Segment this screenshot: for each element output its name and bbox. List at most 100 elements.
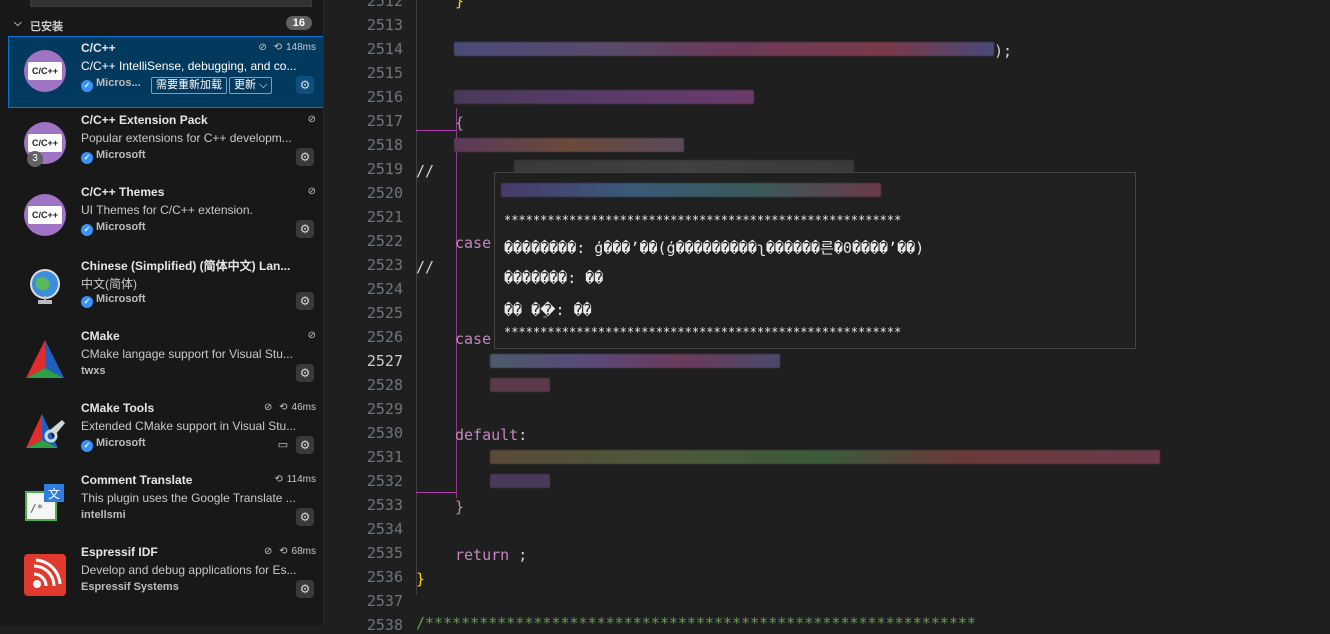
gear-icon[interactable]: ⚙	[296, 292, 314, 310]
extension-item-cpp[interactable]: C/C++ C/C++ ⊘ ⟲ 148ms C/C++ IntelliSense,…	[8, 36, 323, 108]
reload-required-button[interactable]: 需要重新加载	[151, 77, 227, 94]
line-number: 2538	[366, 616, 403, 634]
gear-icon[interactable]: ⚙	[296, 580, 314, 598]
search-box[interactable]	[30, 0, 312, 7]
line-number: 2532	[366, 472, 403, 490]
chevron-down-icon: ⌵	[14, 18, 22, 29]
eye-off-icon: ⊘	[258, 42, 267, 53]
extension-name: C/C++	[81, 41, 116, 55]
extension-publisher: ✓ Micros...	[81, 77, 141, 92]
extension-item-espressif[interactable]: Espressif IDF ⊘ ⟲ 68ms Develop and debug …	[8, 540, 323, 612]
blurred-code	[454, 42, 994, 56]
gear-icon[interactable]: ⚙	[296, 364, 314, 382]
installed-count-badge: 16	[285, 16, 312, 30]
extension-item-cmake[interactable]: CMake ⊘ CMake langage support for Visual…	[8, 324, 323, 396]
blurred-signature	[501, 183, 881, 197]
extension-publisher: ✓ Microsoft	[81, 221, 146, 236]
gear-icon[interactable]: ⚙	[296, 436, 314, 454]
svg-text:/*: /*	[30, 502, 43, 515]
extension-name: CMake Tools	[81, 401, 155, 415]
activation-time: 148ms	[285, 42, 316, 53]
extension-item-chinese[interactable]: Chinese (Simplified) (简体中文) Lan... 中文(简体…	[8, 252, 323, 324]
extension-meta: ⟲ 114ms	[270, 474, 316, 485]
extension-item-cpp-pack[interactable]: C/C++ 3 C/C++ Extension Pack ⊘ Popular e…	[8, 108, 323, 180]
extension-desc: This plugin uses the Google Translate ..…	[81, 491, 296, 505]
code-return: return ;	[455, 546, 528, 564]
line-number: 2522	[366, 232, 403, 250]
line-number: 2531	[366, 448, 403, 466]
line-number: 2529	[366, 400, 403, 418]
cmake-icon	[24, 338, 66, 380]
verified-icon: ✓	[81, 224, 93, 236]
extension-publisher: ✓ Microsoft	[81, 293, 146, 308]
extension-desc: Extended CMake support in Visual Stu...	[81, 419, 297, 433]
gear-icon[interactable]: ⚙	[296, 220, 314, 238]
history-icon: ⟲	[279, 546, 288, 557]
extension-desc: C/C++ IntelliSense, debugging, and co...	[81, 59, 297, 73]
extension-item-cmake-tools[interactable]: CMake Tools ⊘ ⟲ 46ms Extended CMake suppo…	[8, 396, 323, 468]
line-number: 2517	[366, 112, 403, 130]
line-number: 2521	[366, 208, 403, 226]
extension-desc: UI Themes for C/C++ extension.	[81, 203, 253, 217]
extension-name: Comment Translate	[81, 473, 193, 487]
line-number: 2520	[366, 184, 403, 202]
tooltip-line: ****************************************…	[504, 213, 902, 227]
code-keyword: case	[455, 330, 492, 348]
line-number: 2519	[366, 160, 403, 178]
cmake-tools-icon	[24, 410, 66, 452]
eye-off-icon: ⊘	[263, 402, 273, 413]
activation-time: 46ms	[291, 402, 316, 413]
extension-publisher: intellsmi	[81, 509, 126, 521]
extension-actions: 需要重新加载 更新 ⌵	[151, 77, 274, 94]
code-brace: }	[416, 570, 426, 588]
gear-icon[interactable]: ⚙	[296, 76, 314, 94]
line-number: 2518	[366, 136, 403, 154]
extension-name: CMake	[81, 329, 120, 343]
line-number: 2523	[366, 256, 403, 274]
eye-off-icon: ⊘	[307, 114, 316, 125]
blurred-code	[454, 138, 684, 152]
line-number: 2512	[366, 0, 403, 10]
activation-time: 68ms	[291, 546, 316, 557]
extension-meta: ⊘ ⟲ 46ms	[260, 402, 316, 413]
line-number: 2534	[366, 520, 403, 538]
code-text: );	[994, 42, 1013, 60]
eye-off-icon: ⊘	[307, 330, 316, 341]
translate-icon: /* 文	[24, 482, 66, 524]
line-number: 2515	[366, 64, 403, 82]
workspace-icon[interactable]: ▭	[274, 436, 292, 454]
extension-publisher: twxs	[81, 365, 106, 377]
eye-off-icon: ⊘	[263, 546, 273, 557]
extension-desc: Popular extensions for C++ developm...	[81, 131, 292, 145]
extension-meta: ⊘ ⟲ 148ms	[254, 42, 316, 53]
extension-publisher: ✓ Microsoft	[81, 437, 146, 452]
hover-tooltip: ****************************************…	[494, 172, 1136, 349]
installed-section-header[interactable]: ⌵ 已安装 16	[0, 14, 323, 36]
blurred-code	[454, 90, 754, 104]
code-default: default:	[455, 426, 528, 444]
extension-meta: ⊘ ⟲ 68ms	[260, 546, 316, 557]
line-number: 2513	[366, 16, 403, 34]
activation-time: 114ms	[286, 474, 316, 485]
gear-icon[interactable]: ⚙	[296, 148, 314, 166]
code-brace: {	[455, 114, 465, 132]
extension-item-comment-translate[interactable]: /* 文 Comment Translate ⟲ 114ms This plugin…	[8, 468, 323, 540]
gear-icon[interactable]: ⚙	[296, 508, 314, 526]
extension-item-cpp-themes[interactable]: C/C++ C/C++ Themes ⊘ UI Themes for C/C++…	[8, 180, 323, 252]
tooltip-line: ��������: ģ���ʼ��(ģ���������ʅ������른�0��…	[504, 239, 925, 257]
extension-meta: ⊘	[304, 330, 316, 341]
extension-desc: CMake langage support for Visual Stu...	[81, 347, 293, 361]
blurred-code	[490, 474, 550, 488]
code-comment: /***************************************…	[416, 614, 976, 632]
tooltip-line: ****************************************…	[504, 325, 902, 339]
svg-text:文: 文	[48, 486, 60, 501]
chevron-down-icon[interactable]: ⌵	[259, 79, 267, 91]
code-brace: }	[455, 0, 465, 10]
line-number: 2527	[366, 352, 403, 370]
tooltip-line: �������: ��	[504, 269, 604, 287]
verified-icon: ✓	[81, 80, 93, 92]
update-button[interactable]: 更新 ⌵	[229, 77, 273, 94]
code-comment: //	[416, 258, 435, 276]
code-brace: }	[455, 498, 465, 516]
history-icon: ⟲	[273, 42, 282, 53]
